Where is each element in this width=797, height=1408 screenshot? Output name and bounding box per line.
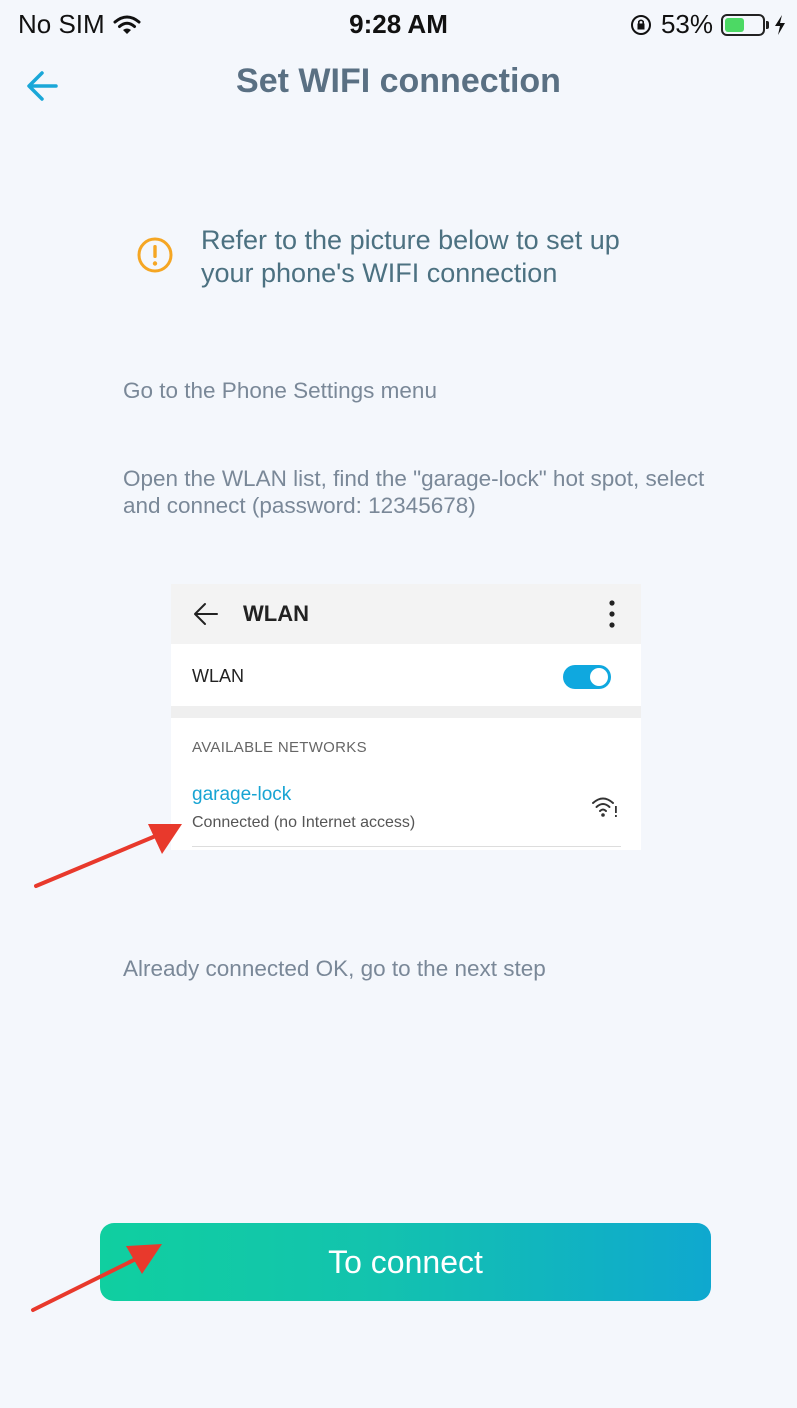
available-networks-title: AVAILABLE NETWORKS [192,739,367,756]
header: Set WIFI connection [0,52,797,116]
wlan-toggle-label: WLAN [192,666,245,686]
notice: Refer to the picture below to set up you… [136,224,656,294]
toggle-knob [590,668,608,686]
wlan-screenshot: WLAN WLAN AVAILABLE NETWORKS garage-lock… [171,584,641,850]
wlan-divider [171,706,641,718]
orientation-lock-icon [630,14,651,35]
wlan-back-arrow-icon [194,603,218,625]
charging-icon [775,14,785,35]
network-divider [192,846,621,847]
notice-text: Refer to the picture below to set up you… [201,225,620,288]
wifi-signal-icon [592,797,617,817]
step-wlan: Open the WLAN list, find the "garage-loc… [123,466,705,518]
connect-button[interactable]: To connect [100,1223,711,1301]
page-title: Set WIFI connection [236,62,561,100]
battery-fill [725,17,745,32]
network-status: Connected (no Internet access) [192,814,416,831]
step-settings: Go to the Phone Settings menu [123,378,437,403]
more-menu-icon [609,600,615,628]
step-next: Already connected OK, go to the next ste… [123,956,546,981]
battery-percent: 53% [660,9,713,39]
wlan-toggle [563,665,611,689]
warning-icon [137,237,173,273]
wlan-header: WLAN [171,584,641,644]
wlan-title: WLAN [243,601,309,626]
wlan-toggle-row: WLAN [171,644,641,706]
battery-icon [721,13,769,36]
status-right: 53% [629,9,787,40]
network-name: garage-lock [192,784,292,805]
status-bar: No SIM 9:28 AM 53% [0,0,797,48]
